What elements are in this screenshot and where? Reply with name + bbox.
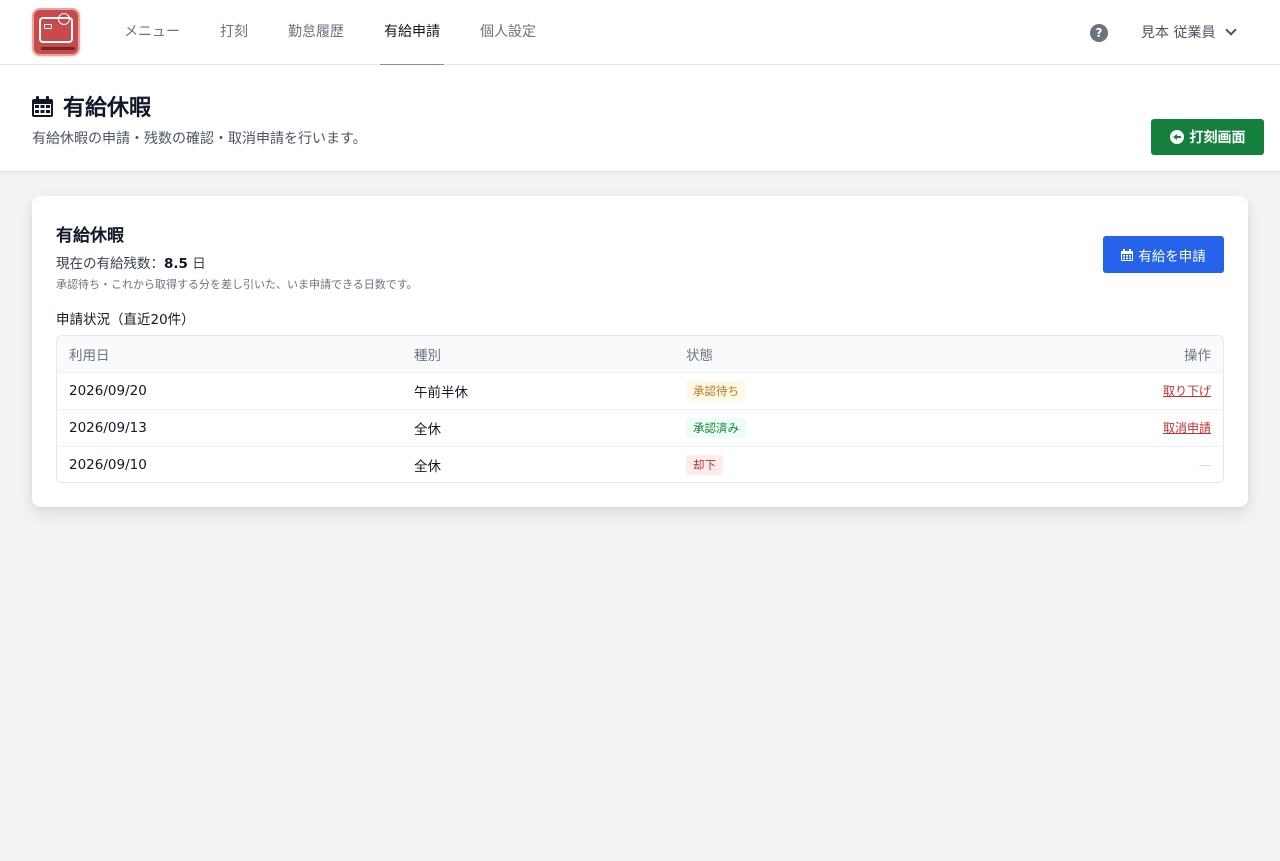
balance-label: 現在の有給残数：: [56, 256, 164, 272]
leave-balance: 現在の有給残数：8.5 日: [56, 252, 206, 272]
status-badge: 承認済み: [686, 417, 746, 438]
app-logo[interactable]: [32, 8, 80, 56]
cell-type: 全休: [414, 458, 441, 475]
table-row: 2026/09/13 全休 承認済み 取消申請: [57, 409, 1223, 446]
arrow-left-circle-icon: [1169, 130, 1184, 144]
cell-type: 午前半休: [414, 384, 468, 401]
top-navbar: メニュー 打刻 勤怠履歴 有給申請 個人設定 ? 見本 従業員: [0, 0, 1280, 66]
cell-date: 2026/09/20: [69, 382, 147, 399]
withdraw-link[interactable]: 取り下げ: [1163, 384, 1211, 398]
apply-leave-button-label: 有給を申請: [1138, 248, 1206, 265]
table-header-row: 利用日 種別 状態 操作: [57, 336, 1223, 372]
balance-value: 8.5: [164, 256, 188, 272]
punch-screen-button-label: 打刻画面: [1189, 130, 1246, 146]
logo-lock-icon: [58, 13, 70, 25]
cell-date: 2026/09/10: [69, 456, 147, 473]
nav-item-paid-leave-request[interactable]: 有給申請: [364, 0, 460, 66]
balance-note: 承認待ち・これから取得する分を差し引いた、いま申請できる日数です。: [56, 278, 418, 291]
nav-item-punch[interactable]: 打刻: [200, 0, 268, 65]
page-title: 有給休暇: [63, 96, 152, 121]
calendar-icon: [32, 96, 53, 117]
status-heading: 申請状況（直近20件）: [56, 312, 195, 328]
column-header-status: 状態: [686, 347, 713, 364]
nav-item-menu[interactable]: メニュー: [104, 0, 200, 65]
user-menu[interactable]: 見本 従業員: [1141, 22, 1238, 42]
nav-item-attendance-history[interactable]: 勤怠履歴: [268, 0, 364, 65]
main-nav: メニュー 打刻 勤怠履歴 有給申請 個人設定: [104, 0, 556, 66]
no-action-dash: —: [1199, 457, 1211, 472]
question-circle-icon[interactable]: ?: [1090, 24, 1108, 42]
balance-unit: 日: [192, 256, 206, 272]
page-description: 有給休暇の申請・残数の確認・取消申請を行います。: [32, 131, 367, 147]
table-row: 2026/09/20 午前半休 承認待ち 取り下げ: [57, 372, 1223, 409]
apply-leave-button[interactable]: 有給を申請: [1103, 236, 1224, 273]
page-header: 有給休暇 有給休暇の申請・残数の確認・取消申請を行います。 打刻画面: [0, 65, 1280, 172]
cell-type: 全休: [414, 421, 441, 438]
column-header-date: 利用日: [69, 347, 110, 364]
column-header-type: 種別: [414, 347, 441, 364]
chevron-down-icon: [1225, 24, 1238, 36]
nav-item-personal-settings[interactable]: 個人設定: [460, 0, 556, 65]
leave-requests-table: 利用日 種別 状態 操作 2026/09/20 午前半休 承認待ち 取り下げ 2…: [56, 335, 1224, 483]
table-row: 2026/09/10 全休 却下 —: [57, 446, 1223, 482]
status-badge: 却下: [686, 454, 723, 475]
cancel-request-link[interactable]: 取消申請: [1163, 421, 1211, 435]
card-title: 有給休暇: [56, 226, 124, 246]
paid-leave-card: 有給休暇 現在の有給残数：8.5 日 承認待ち・これから取得する分を差し引いた、…: [32, 196, 1248, 507]
calendar-icon: [1121, 248, 1134, 261]
status-badge: 承認待ち: [686, 380, 746, 401]
punch-screen-button[interactable]: 打刻画面: [1151, 119, 1264, 155]
cell-date: 2026/09/13: [69, 419, 147, 436]
column-header-action: 操作: [1184, 347, 1211, 364]
user-name: 見本 従業員: [1141, 25, 1216, 41]
